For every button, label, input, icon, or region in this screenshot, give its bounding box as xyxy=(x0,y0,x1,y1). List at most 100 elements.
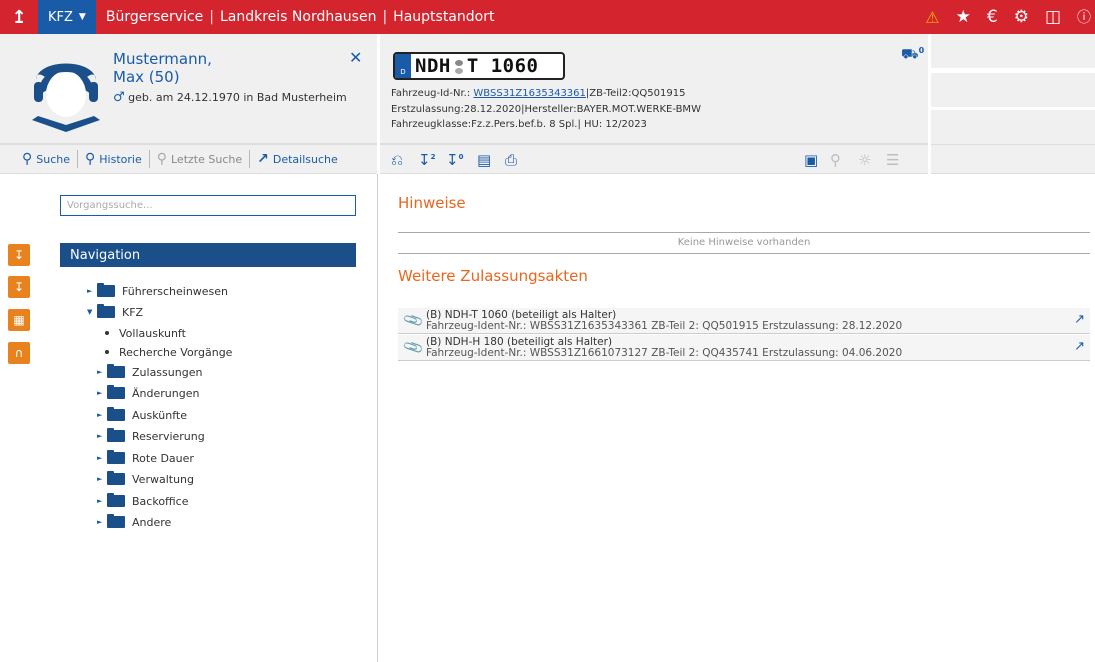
nav-item-vollauskunft[interactable]: Vollauskunft xyxy=(105,325,186,341)
side-box xyxy=(931,73,1095,107)
download-badge: 0 xyxy=(458,153,464,161)
files-title: Weitere Zulassungsakten xyxy=(398,267,588,285)
list-item[interactable]: 📎 (B) NDH-H 180 (beteiligt als Halter) F… xyxy=(398,335,1090,361)
nav-item-zulassungen[interactable]: ► Zulassungen xyxy=(87,364,202,380)
side-tab-magnet-icon[interactable]: ∩ xyxy=(8,342,30,364)
side-tab-download-icon[interactable]: ↧ xyxy=(8,244,30,266)
file-detail: Fahrzeug-Ident-Nr.: WBSS31Z1661073127 ZB… xyxy=(426,347,903,359)
expand-arrow-icon: ► xyxy=(97,454,103,462)
breadcrumb-item[interactable]: Hauptstandort xyxy=(393,9,494,25)
no-hints-text: Keine Hinweise vorhanden xyxy=(677,237,811,248)
folder-icon xyxy=(107,493,125,507)
seat-icon[interactable]: ⎌ xyxy=(391,151,403,169)
divider xyxy=(398,232,1090,233)
gear-icon[interactable]: ⚙ xyxy=(1014,7,1029,27)
list-icon: ☰ xyxy=(886,151,900,169)
search-button[interactable]: ⚲ Suche xyxy=(22,151,70,167)
nav-item-rote-dauer[interactable]: ► Rote Dauer xyxy=(87,450,194,466)
nav-item-andere[interactable]: ► Andere xyxy=(87,514,171,530)
folder-icon xyxy=(107,471,125,485)
vehicle-id-link[interactable]: WBSS31Z1635343361 xyxy=(473,88,585,99)
expand-arrow-icon: ► xyxy=(87,287,93,295)
collapse-arrow-icon: ▼ xyxy=(87,308,93,316)
panel-toggle-icon[interactable]: ◫ xyxy=(1045,7,1061,27)
expand-arrow-icon: ► xyxy=(97,368,103,376)
car-icon[interactable]: ⛟0 xyxy=(901,46,924,65)
last-search-button[interactable]: ⚲ Letzte Suche xyxy=(157,151,242,167)
printer-icon[interactable]: ⎙ xyxy=(505,151,517,169)
top-bar: ↥ KFZ ▼ Bürgerservice | Landkreis Nordha… xyxy=(0,0,1095,34)
history-button[interactable]: ⚲ Historie xyxy=(85,151,142,167)
euro-icon[interactable]: € xyxy=(987,7,998,27)
toolbar-right xyxy=(931,144,1095,174)
comment-icon[interactable]: ▤ xyxy=(477,151,491,169)
hints-title: Hinweise xyxy=(398,194,466,212)
expand-arrow-icon: ► xyxy=(97,411,103,419)
back-arrow-icon[interactable]: ↥ xyxy=(0,0,38,34)
male-icon: ♂ xyxy=(113,90,125,105)
detail-search-button[interactable]: ↗ Detailsuche xyxy=(257,151,338,167)
expand-arrow-icon: ► xyxy=(97,497,103,505)
divider xyxy=(398,253,1090,254)
plate-id: T 1060 xyxy=(466,55,539,77)
breadcrumb-item[interactable]: Bürgerservice xyxy=(106,9,203,25)
nav-item-kfz[interactable]: ▼ KFZ xyxy=(87,304,143,320)
plate-number: NDH T 1060 xyxy=(411,55,538,77)
vehicle-toolbar: ⎌ ↧2 ↧0 ▤ ⎙ ▣ ⚲ ☼ ☰ xyxy=(380,144,928,174)
external-link-icon[interactable]: ↗ xyxy=(1074,312,1085,327)
archive-icon[interactable]: ▣ xyxy=(804,151,818,169)
side-box xyxy=(931,110,1095,144)
nav-item-recherche-vorgaenge[interactable]: Recherche Vorgänge xyxy=(105,344,232,360)
avatar-icon xyxy=(32,63,100,132)
nav-item-reservierung[interactable]: ► Reservierung xyxy=(87,428,205,444)
license-plate: D NDH T 1060 xyxy=(393,52,565,80)
star-icon[interactable]: ★ xyxy=(956,7,971,27)
vehicle-class: Fahrzeugklasse:Fz.z.Pers.bef.b. 8 Spl.| … xyxy=(391,119,647,130)
expand-arrow-icon: ► xyxy=(97,432,103,440)
download-icon[interactable]: ↧2 xyxy=(418,151,435,169)
nav-item-auskuenfte[interactable]: ► Auskünfte xyxy=(87,407,187,423)
nav-item-fuehrerscheinwesen[interactable]: ► Führerscheinwesen xyxy=(87,283,228,299)
search-icon: ⚲ xyxy=(22,151,33,167)
procedure-search-input[interactable] xyxy=(60,195,356,216)
plate-district: NDH xyxy=(415,55,451,77)
vertical-divider xyxy=(377,174,378,662)
external-link-icon[interactable]: ↗ xyxy=(1074,339,1085,354)
plate-country: D xyxy=(395,54,411,78)
folder-icon xyxy=(107,450,125,464)
nav-item-backoffice[interactable]: ► Backoffice xyxy=(87,493,189,509)
download-badge: 2 xyxy=(430,153,436,161)
top-icons: ⚠ ★ € ⚙ ◫ ⓘ xyxy=(925,0,1095,34)
close-icon[interactable]: ✕ xyxy=(349,48,362,67)
folder-icon xyxy=(107,514,125,528)
breadcrumb-item[interactable]: Landkreis Nordhausen xyxy=(220,9,376,25)
nav-item-aenderungen[interactable]: ► Änderungen xyxy=(87,385,199,401)
person-name[interactable]: Mustermann, Max (50) xyxy=(113,50,212,86)
folder-icon xyxy=(107,428,125,442)
side-tab-download-icon[interactable]: ↧ xyxy=(8,276,30,298)
nav-item-verwaltung[interactable]: ► Verwaltung xyxy=(87,471,194,487)
module-selector[interactable]: KFZ ▼ xyxy=(38,0,96,34)
file-detail: Fahrzeug-Ident-Nr.: WBSS31Z1635343361 ZB… xyxy=(426,320,903,332)
person-surname: Mustermann, xyxy=(113,50,212,68)
paperclip-icon: 📎 xyxy=(402,336,426,360)
list-item[interactable]: 📎 (B) NDH-T 1060 (beteiligt als Halter) … xyxy=(398,308,1090,334)
module-label: KFZ xyxy=(48,9,73,25)
expand-arrow-icon: ► xyxy=(97,518,103,526)
car-count: 0 xyxy=(918,46,925,55)
search-toolbar: ⚲ Suche ⚲ Historie ⚲ Letzte Suche ↗ Deta… xyxy=(0,144,377,174)
side-tab-calendar-icon[interactable]: ▦ xyxy=(8,309,30,331)
chevron-down-icon: ▼ xyxy=(78,12,86,22)
navigation-header: Navigation xyxy=(60,243,356,267)
vehicle-info: Fahrzeug-Id-Nr.: WBSS31Z1635343361|ZB-Te… xyxy=(391,86,701,133)
plate-seal-icon xyxy=(454,58,463,76)
download-icon[interactable]: ↧0 xyxy=(446,151,463,169)
alert-icon[interactable]: ⚠ xyxy=(925,8,939,27)
birth-info: ♂ geb. am 24.12.1970 in Bad Musterheim xyxy=(113,90,347,105)
key-icon: ⚲ xyxy=(830,151,841,169)
vehicle-id-suffix: |ZB-Teil2:QQ501915 xyxy=(585,88,686,99)
help-icon[interactable]: ⓘ xyxy=(1077,7,1091,27)
folder-icon xyxy=(107,385,125,399)
folder-icon xyxy=(107,407,125,421)
expand-arrow-icon: ► xyxy=(97,475,103,483)
